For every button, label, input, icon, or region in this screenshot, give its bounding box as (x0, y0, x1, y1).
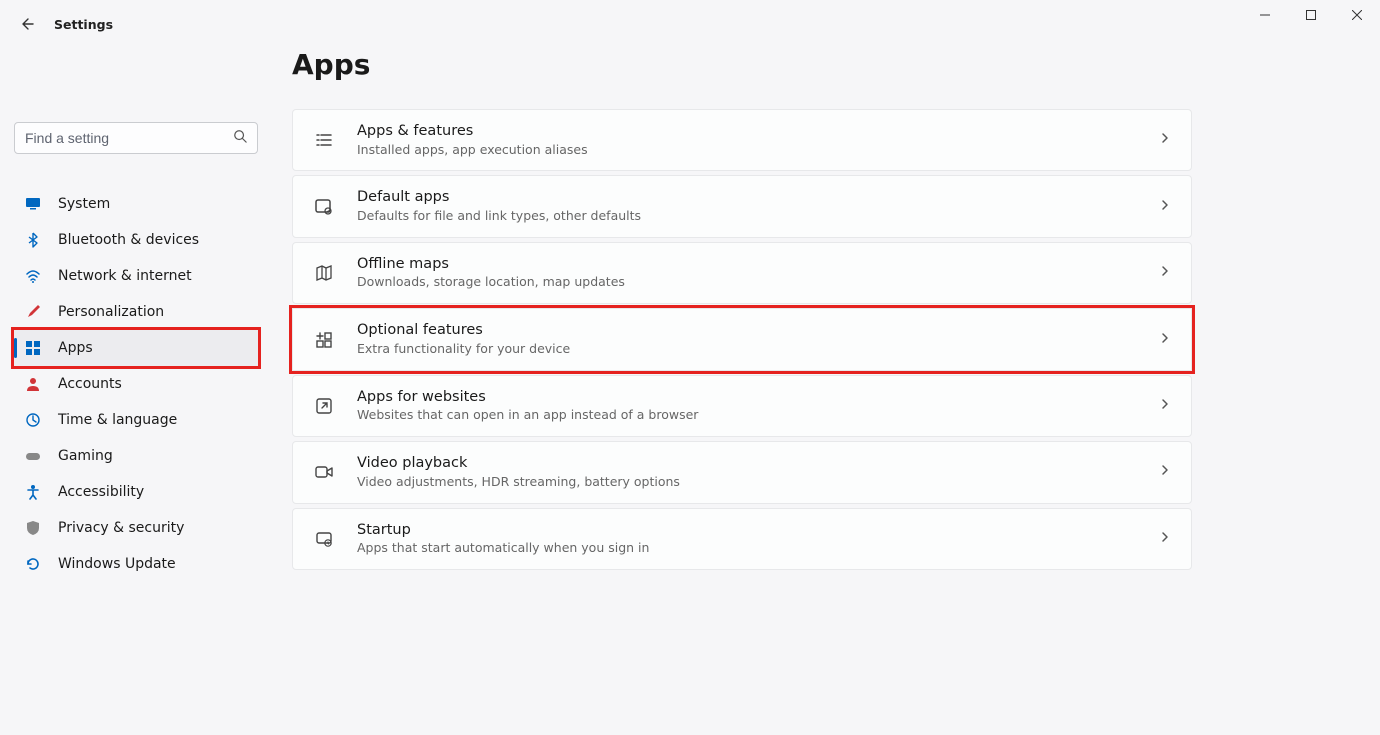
page-title: Apps (292, 48, 1192, 81)
close-button[interactable] (1334, 0, 1380, 30)
add-feature-icon (313, 329, 335, 351)
apps-icon (24, 339, 42, 357)
accessibility-icon (24, 483, 42, 501)
card-title: Optional features (357, 321, 1137, 341)
card-default-apps[interactable]: Default apps Defaults for file and link … (292, 175, 1192, 237)
maximize-button[interactable] (1288, 0, 1334, 30)
sidebar-item-time-language[interactable]: Time & language (14, 402, 258, 438)
card-title: Startup (357, 521, 1137, 541)
search-input-wrap[interactable] (14, 122, 258, 154)
card-text: Default apps Defaults for file and link … (357, 188, 1137, 224)
chevron-right-icon (1159, 199, 1171, 215)
arrow-left-icon (18, 16, 34, 32)
main-content: Apps Apps & features Installed apps, app… (292, 48, 1192, 570)
list-icon (313, 129, 335, 151)
sidebar-item-label: Windows Update (58, 556, 176, 572)
sidebar-item-privacy[interactable]: Privacy & security (14, 510, 258, 546)
card-text: Video playback Video adjustments, HDR st… (357, 454, 1137, 490)
chevron-right-icon (1159, 464, 1171, 480)
card-subtitle: Defaults for file and link types, other … (357, 208, 1137, 225)
card-title: Default apps (357, 188, 1137, 208)
sidebar-item-accounts[interactable]: Accounts (14, 366, 258, 402)
wifi-icon (24, 267, 42, 285)
card-apps-and-features[interactable]: Apps & features Installed apps, app exec… (292, 109, 1192, 171)
startup-icon (313, 528, 335, 550)
card-subtitle: Installed apps, app execution aliases (357, 142, 1137, 159)
chevron-right-icon (1159, 265, 1171, 281)
sidebar-item-gaming[interactable]: Gaming (14, 438, 258, 474)
sidebar-item-label: System (58, 196, 110, 212)
gamepad-icon (24, 447, 42, 465)
card-video-playback[interactable]: Video playback Video adjustments, HDR st… (292, 441, 1192, 503)
update-icon (24, 555, 42, 573)
sidebar-item-label: Accessibility (58, 484, 144, 500)
sidebar-item-accessibility[interactable]: Accessibility (14, 474, 258, 510)
card-text: Apps & features Installed apps, app exec… (357, 122, 1137, 158)
minimize-button[interactable] (1242, 0, 1288, 30)
sidebar-item-label: Personalization (58, 304, 164, 320)
settings-cards: Apps & features Installed apps, app exec… (292, 109, 1192, 570)
sidebar-item-personalization[interactable]: Personalization (14, 294, 258, 330)
back-button[interactable] (14, 12, 38, 36)
card-title: Offline maps (357, 255, 1137, 275)
monitor-icon (24, 195, 42, 213)
sidebar-item-label: Privacy & security (58, 520, 184, 536)
minimize-icon (1260, 10, 1270, 20)
app-title: Settings (54, 17, 113, 32)
sidebar: System Bluetooth & devices Network & int… (14, 122, 258, 582)
sidebar-item-windows-update[interactable]: Windows Update (14, 546, 258, 582)
card-title: Apps & features (357, 122, 1137, 142)
paintbrush-icon (24, 303, 42, 321)
card-optional-features[interactable]: Optional features Extra functionality fo… (292, 308, 1192, 370)
external-link-icon (313, 395, 335, 417)
close-icon (1352, 10, 1362, 20)
chevron-right-icon (1159, 132, 1171, 148)
card-offline-maps[interactable]: Offline maps Downloads, storage location… (292, 242, 1192, 304)
sidebar-item-label: Accounts (58, 376, 122, 392)
chevron-right-icon (1159, 332, 1171, 348)
sidebar-item-label: Apps (58, 340, 93, 356)
card-text: Optional features Extra functionality fo… (357, 321, 1137, 357)
chevron-right-icon (1159, 398, 1171, 414)
card-title: Video playback (357, 454, 1137, 474)
card-text: Startup Apps that start automatically wh… (357, 521, 1137, 557)
maximize-icon (1306, 10, 1316, 20)
search-icon (233, 129, 247, 147)
sidebar-item-label: Bluetooth & devices (58, 232, 199, 248)
card-text: Offline maps Downloads, storage location… (357, 255, 1137, 291)
card-subtitle: Extra functionality for your device (357, 341, 1137, 358)
shield-icon (24, 519, 42, 537)
sidebar-item-system[interactable]: System (14, 186, 258, 222)
person-icon (24, 375, 42, 393)
window-caption-bar (1242, 0, 1380, 30)
sidebar-item-apps[interactable]: Apps (14, 330, 258, 366)
bluetooth-icon (24, 231, 42, 249)
sidebar-item-label: Network & internet (58, 268, 192, 284)
card-subtitle: Downloads, storage location, map updates (357, 274, 1137, 291)
sidebar-item-bluetooth[interactable]: Bluetooth & devices (14, 222, 258, 258)
sidebar-item-label: Gaming (58, 448, 113, 464)
card-startup[interactable]: Startup Apps that start automatically wh… (292, 508, 1192, 570)
default-app-icon (313, 196, 335, 218)
video-icon (313, 461, 335, 483)
card-subtitle: Apps that start automatically when you s… (357, 540, 1137, 557)
sidebar-nav: System Bluetooth & devices Network & int… (14, 186, 258, 582)
titlebar: Settings (4, 6, 123, 42)
globe-clock-icon (24, 411, 42, 429)
card-title: Apps for websites (357, 388, 1137, 408)
sidebar-item-network[interactable]: Network & internet (14, 258, 258, 294)
card-subtitle: Video adjustments, HDR streaming, batter… (357, 474, 1137, 491)
card-apps-for-websites[interactable]: Apps for websites Websites that can open… (292, 375, 1192, 437)
search-input[interactable] (25, 130, 233, 146)
card-text: Apps for websites Websites that can open… (357, 388, 1137, 424)
chevron-right-icon (1159, 531, 1171, 547)
card-subtitle: Websites that can open in an app instead… (357, 407, 1137, 424)
sidebar-item-label: Time & language (58, 412, 177, 428)
map-icon (313, 262, 335, 284)
